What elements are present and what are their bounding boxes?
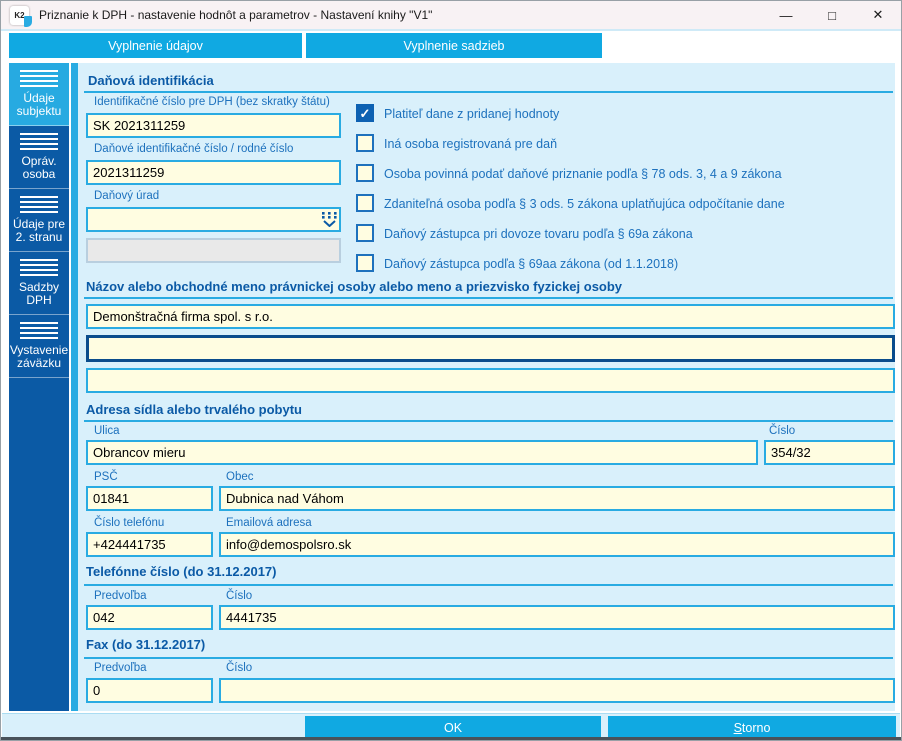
menu-icon xyxy=(20,196,58,213)
section-divider xyxy=(84,584,893,586)
checkbox-label-taxable-person-section-3: Zdaniteľná osoba podľa § 3 ods. 5 zákona… xyxy=(384,197,785,211)
menu-icon xyxy=(20,133,58,150)
tax-number-label: Daňové identifikačné číslo / rodné číslo xyxy=(94,143,294,155)
sidebar-item-subject-data[interactable]: Údaje subjektu xyxy=(9,63,69,126)
footer-bar: OK Storno xyxy=(2,713,900,740)
city-label: Obec xyxy=(226,471,254,483)
ok-button[interactable]: OK xyxy=(305,716,601,740)
email-input[interactable] xyxy=(219,532,895,557)
checkbox-label-tax-representative-69aa: Daňový zástupca podľa § 69aa zákona (od … xyxy=(384,257,679,271)
company-name-line3-input[interactable] xyxy=(86,368,895,393)
app-icon: K2 xyxy=(10,5,32,27)
sidebar-item-second-party-data[interactable]: Údaje pre 2. stranu xyxy=(9,189,69,252)
tax-number-input[interactable] xyxy=(86,160,341,185)
checkbox-label-other-registered-person: Iná osoba registrovaná pre daň xyxy=(384,137,558,151)
menu-icon xyxy=(20,259,58,276)
fax2017-number-input[interactable] xyxy=(219,678,895,703)
company-name-line2-input[interactable] xyxy=(86,335,895,362)
section-title-company-name: Názov alebo obchodné meno právnickej oso… xyxy=(86,279,623,294)
company-name-line1-input[interactable] xyxy=(86,304,895,329)
minimize-icon: — xyxy=(779,7,793,23)
checkbox-vat-payer[interactable]: ✓ xyxy=(356,104,374,122)
check-icon: ✓ xyxy=(359,105,371,121)
sidebar-separator xyxy=(71,63,78,711)
checkbox-label-tax-representative-import: Daňový zástupca pri dovoze tovaru podľa … xyxy=(384,227,693,241)
tab-fill-data[interactable]: Vyplnenie údajov xyxy=(9,33,302,58)
maximize-icon: □ xyxy=(828,7,836,23)
section-divider xyxy=(84,297,893,299)
sidebar-item-label: Údaje pre 2. stranu xyxy=(12,217,66,245)
sidebar: Údaje subjektu Opráv. osoba Údaje pre 2.… xyxy=(9,63,69,711)
phone2017-number-input[interactable] xyxy=(219,605,895,630)
phone2017-prefix-input[interactable] xyxy=(86,605,213,630)
fax2017-number-label: Číslo xyxy=(226,662,253,674)
street-label: Ulica xyxy=(94,425,120,437)
fax2017-prefix-input[interactable] xyxy=(86,678,213,703)
close-button[interactable]: ✕ xyxy=(855,1,901,29)
sidebar-item-label: Sadzby DPH xyxy=(18,280,60,308)
sidebar-item-vat-rates[interactable]: Sadzby DPH xyxy=(9,252,69,315)
sidebar-item-label: Vystavenie záväzku xyxy=(9,343,69,371)
window-controls: — □ ✕ xyxy=(763,1,901,29)
checkbox-taxable-person-section-3[interactable]: ✓ xyxy=(356,194,374,212)
dialog-window: K2 Priznanie k DPH - nastavenie hodnôt a… xyxy=(0,0,902,741)
street-number-label: Číslo xyxy=(769,425,796,437)
menu-icon xyxy=(20,70,58,87)
section-divider xyxy=(84,420,893,422)
street-input[interactable] xyxy=(86,440,758,465)
vat-id-input[interactable] xyxy=(86,113,341,138)
cancel-button[interactable]: Storno xyxy=(608,716,896,740)
section-divider xyxy=(84,91,893,93)
title-bar: K2 Priznanie k DPH - nastavenie hodnôt a… xyxy=(1,1,901,31)
minimize-button[interactable]: — xyxy=(763,1,809,29)
sidebar-item-label: Údaje subjektu xyxy=(16,91,62,119)
checkbox-other-registered-person[interactable]: ✓ xyxy=(356,134,374,152)
zip-input[interactable] xyxy=(86,486,213,511)
street-number-input[interactable] xyxy=(764,440,895,465)
sidebar-item-authorized-person[interactable]: Opráv. osoba xyxy=(9,126,69,189)
section-title-fax-2017: Fax (do 31.12.2017) xyxy=(86,637,206,652)
ok-button-label: OK xyxy=(443,721,463,735)
maximize-button[interactable]: □ xyxy=(809,1,855,29)
phone-input[interactable] xyxy=(86,532,213,557)
section-title-phone-2017: Telefónne číslo (do 31.12.2017) xyxy=(86,564,277,579)
phone2017-prefix-label: Predvoľba xyxy=(94,590,147,602)
checkbox-obliged-section-78[interactable]: ✓ xyxy=(356,164,374,182)
tax-office-label: Daňový úrad xyxy=(94,190,160,202)
tax-office-combobox[interactable] xyxy=(86,207,341,232)
tab-fill-rates[interactable]: Vyplnenie sadzieb xyxy=(306,33,602,58)
close-icon: ✕ xyxy=(872,7,884,22)
sidebar-item-label: Opráv. osoba xyxy=(21,154,57,182)
section-divider xyxy=(84,657,893,659)
phone2017-number-label: Číslo xyxy=(226,590,253,602)
tab-bar: Vyplnenie údajov Vyplnenie sadzieb xyxy=(1,33,901,58)
checkbox-label-obliged-section-78: Osoba povinná podať daňové priznanie pod… xyxy=(384,167,782,181)
app-icon-text: K2 xyxy=(14,10,25,20)
section-title-address: Adresa sídla alebo trvalého pobytu xyxy=(86,402,302,417)
checkbox-tax-representative-import[interactable]: ✓ xyxy=(356,224,374,242)
phone-label: Číslo telefónu xyxy=(94,517,165,529)
window-title: Priznanie k DPH - nastavenie hodnôt a pa… xyxy=(39,8,433,22)
city-input[interactable] xyxy=(219,486,895,511)
email-label: Emailová adresa xyxy=(226,517,312,529)
sidebar-item-issue-liability[interactable]: Vystavenie záväzku xyxy=(9,315,69,378)
tax-office-detail-field xyxy=(86,238,341,263)
zip-label: PSČ xyxy=(94,471,118,483)
form-panel: Daňová identifikácia Identifikačné číslo… xyxy=(78,63,895,711)
checkbox-tax-representative-69aa[interactable]: ✓ xyxy=(356,254,374,272)
checkbox-label-vat-payer: Platiteľ dane z pridanej hodnoty xyxy=(384,107,560,121)
dropdown-icon[interactable] xyxy=(321,212,338,227)
section-title-tax-identification: Daňová identifikácia xyxy=(88,73,214,88)
menu-icon xyxy=(20,322,58,339)
vat-id-label: Identifikačné číslo pre DPH (bez skratky… xyxy=(94,96,330,108)
fax2017-prefix-label: Predvoľba xyxy=(94,662,147,674)
cancel-button-label: Storno xyxy=(733,721,771,735)
